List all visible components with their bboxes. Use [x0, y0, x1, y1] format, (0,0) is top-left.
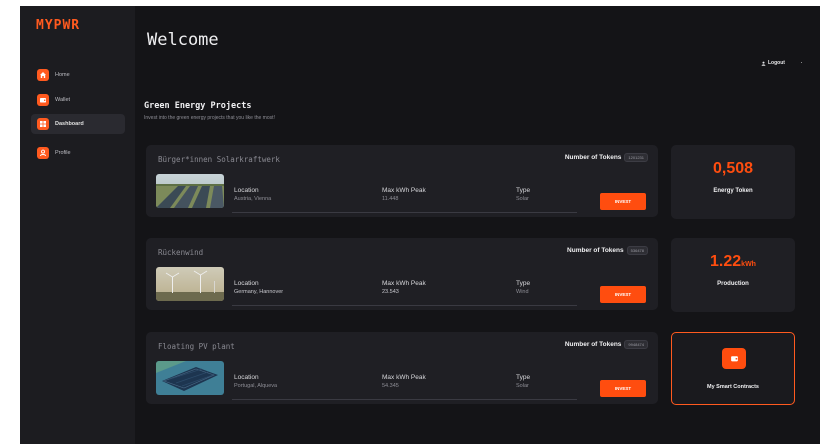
user-icon: [37, 147, 49, 159]
sidebar-item-label: Wallet: [55, 97, 71, 103]
location-value: Germany, Hannover: [234, 289, 284, 295]
project-card-solarkraftwerk: Bürger*innen Solarkraftwerk Number of To…: [146, 145, 658, 217]
energy-token-label: Energy Token: [713, 188, 753, 194]
location-field: Location Portugal, Alqueva: [234, 374, 277, 389]
logout-label: Logout: [768, 60, 785, 66]
app-logo[interactable]: MYPWR: [36, 18, 80, 33]
type-label: Type: [516, 280, 531, 287]
project-card-rueckenwind: Rückenwind Number of Tokens 536478 Locat…: [146, 238, 658, 310]
project-name: Rückenwind: [158, 248, 204, 257]
divider: [232, 399, 577, 400]
project-name: Floating PV plant: [158, 342, 235, 351]
project-image: [156, 361, 224, 395]
sidebar-item-profile[interactable]: Profile: [31, 143, 125, 163]
dashboard-icon: [37, 118, 49, 130]
wallet-icon: [37, 94, 49, 106]
type-field: Type Solar: [516, 187, 530, 202]
location-value: Portugal, Alqueva: [234, 383, 278, 389]
location-label: Location: [234, 374, 259, 381]
token-count: Number of Tokens 9948474: [565, 340, 648, 349]
home-icon: [37, 69, 49, 81]
wallet-icon: [722, 348, 746, 369]
peak-field: Max kWh Peak 54.345: [382, 374, 426, 389]
location-label: Location: [234, 187, 259, 194]
token-count: Number of Tokens 536478: [567, 246, 648, 255]
project-card-floating-pv: Floating PV plant Number of Tokens 99484…: [146, 332, 658, 404]
peak-field: Max kWh Peak 23.543: [382, 280, 426, 295]
type-value: Solar: [516, 196, 529, 202]
section-title: Green Energy Projects: [144, 101, 252, 111]
type-field: Type Solar: [516, 374, 530, 389]
production-value: 1.22kWh: [671, 253, 795, 271]
sidebar-item-label: Profile: [55, 150, 71, 156]
project-name: Bürger*innen Solarkraftwerk: [158, 155, 280, 164]
location-field: Location Germany, Hannover: [234, 280, 283, 295]
energy-token-value: 0,508: [712, 160, 754, 177]
decorative-dot: [801, 62, 802, 63]
peak-value: 23.543: [382, 289, 399, 295]
tokens-badge: 536478: [626, 246, 648, 255]
type-label: Type: [516, 374, 531, 381]
tokens-label: Number of Tokens: [564, 154, 622, 161]
project-image: [156, 267, 224, 301]
user-icon: [761, 61, 766, 66]
sidebar-item-wallet[interactable]: Wallet: [31, 90, 125, 110]
location-label: Location: [234, 280, 259, 287]
location-field: Location Austria, Vienna: [234, 187, 271, 202]
location-value: Austria, Vienna: [234, 196, 272, 202]
production-number: 1.22: [710, 253, 742, 270]
tokens-label: Number of Tokens: [564, 341, 622, 348]
page-title: Welcome: [147, 30, 219, 50]
token-count: Number of Tokens 1201231: [565, 153, 648, 162]
peak-value: 11.448: [382, 196, 399, 202]
divider: [232, 212, 577, 213]
peak-field: Max kWh Peak 11.448: [382, 187, 426, 202]
sidebar-item-dashboard[interactable]: Dashboard: [31, 114, 125, 134]
smart-contracts-button[interactable]: My Smart Contracts: [671, 332, 795, 405]
logout-button[interactable]: Logout: [761, 60, 785, 66]
peak-label: Max kWh Peak: [382, 280, 426, 287]
type-label: Type: [516, 187, 531, 194]
production-card: 1.22kWh Production: [671, 238, 795, 312]
invest-button[interactable]: INVEST: [600, 193, 646, 210]
production-unit: kWh: [741, 261, 756, 268]
tokens-badge: 9948474: [624, 340, 648, 349]
tokens-badge: 1201231: [624, 153, 648, 162]
section-subtitle: Invest into the green energy projects th…: [144, 115, 275, 121]
energy-token-card: 0,508 Energy Token: [671, 145, 795, 219]
sidebar-item-label: Dashboard: [55, 121, 84, 127]
tokens-label: Number of Tokens: [567, 247, 624, 254]
type-field: Type Wind: [516, 280, 530, 295]
divider: [232, 305, 577, 306]
peak-value: 54.345: [382, 383, 399, 389]
sidebar-item-label: Home: [55, 72, 70, 78]
sidebar-item-home[interactable]: Home: [31, 65, 125, 85]
peak-label: Max kWh Peak: [382, 374, 426, 381]
type-value: Solar: [516, 383, 529, 389]
production-label: Production: [717, 281, 749, 287]
invest-button[interactable]: INVEST: [600, 286, 646, 303]
peak-label: Max kWh Peak: [382, 187, 426, 194]
smart-contracts-label: My Smart Contracts: [707, 384, 759, 390]
type-value: Wind: [516, 289, 529, 295]
invest-button[interactable]: INVEST: [600, 380, 646, 397]
sidebar: MYPWR Home Wallet Dashboard Profile: [20, 6, 135, 444]
app-window: MYPWR Home Wallet Dashboard Profile Welc…: [20, 6, 820, 444]
project-image: [156, 174, 224, 208]
